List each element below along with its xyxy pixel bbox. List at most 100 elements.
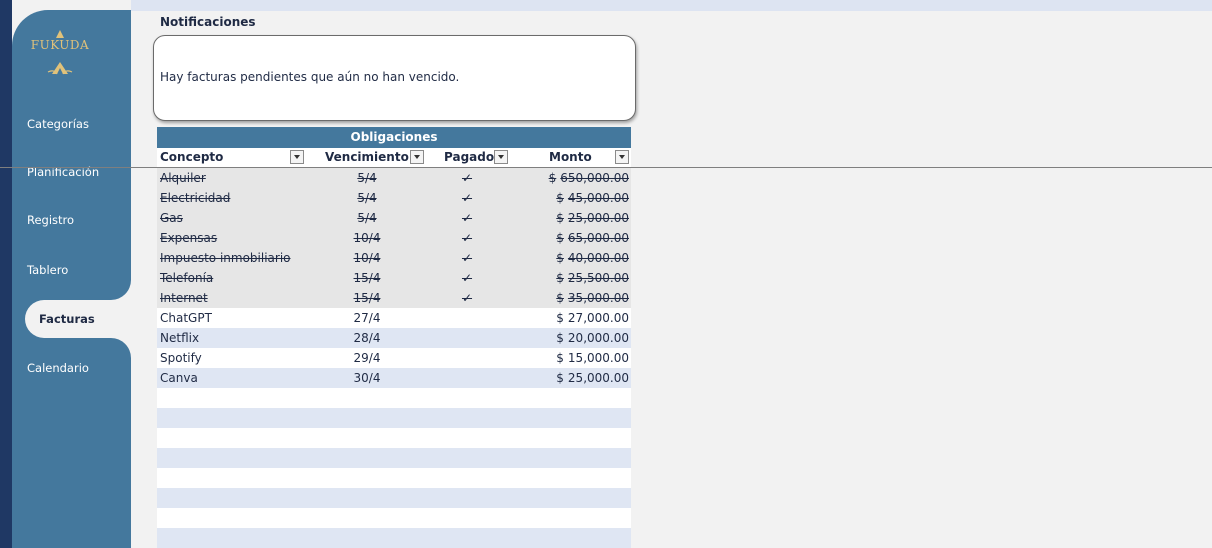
cell-pagado: ✓: [461, 271, 473, 285]
amount: 65,000.00: [567, 231, 629, 245]
empty-table-row[interactable]: [157, 508, 631, 528]
empty-table-row[interactable]: [157, 408, 631, 428]
cell-pagado: ✓: [461, 171, 473, 185]
cell-pagado: [432, 368, 502, 388]
active-tab-curve-bottom: [101, 338, 131, 358]
cell-vencimiento: 15/4: [353, 291, 381, 305]
cell-vencimiento: 10/4: [353, 251, 381, 265]
cell-monto: $40,000.00: [556, 248, 629, 268]
empty-table-row[interactable]: [157, 468, 631, 488]
edge-strip: [0, 0, 12, 548]
notifications-title: Notificaciones: [160, 15, 256, 29]
cell-vencimiento: 29/4: [353, 351, 381, 365]
cell-vencimiento: 5/4: [357, 211, 377, 225]
cell-concepto: Impuesto inmobiliario: [160, 251, 291, 265]
sidebar-item-categorias[interactable]: Categorías: [27, 117, 89, 131]
filter-pagado-button[interactable]: [494, 150, 508, 164]
amount: 45,000.00: [567, 191, 629, 205]
table-row[interactable]: Electricidad 5/4 ✓ $45,000.00: [157, 188, 631, 208]
cell-vencimiento: 28/4: [353, 331, 381, 345]
cell-pagado: [432, 348, 502, 368]
cell-monto: $25,000.00: [556, 208, 629, 228]
table-row[interactable]: Telefonía 15/4 ✓ $25,500.00: [157, 268, 631, 288]
amount: 27,000.00: [567, 311, 629, 325]
filter-monto-button[interactable]: [615, 150, 629, 164]
table-row[interactable]: Spotify 29/4 $15,000.00: [157, 348, 631, 368]
header-pagado: Pagado: [444, 150, 495, 164]
empty-table-row[interactable]: [157, 528, 631, 548]
cell-concepto: Alquiler: [160, 171, 206, 185]
amount: 35,000.00: [567, 291, 629, 305]
brand-logo: FUKUDA: [30, 28, 90, 78]
sidebar-item-tablero[interactable]: Tablero: [27, 263, 68, 277]
cell-concepto: ChatGPT: [160, 311, 212, 325]
filter-vencimiento-button[interactable]: [410, 150, 424, 164]
currency-symbol: $: [556, 231, 564, 245]
table-row[interactable]: Internet 15/4 ✓ $35,000.00: [157, 288, 631, 308]
sidebar-item-facturas-label[interactable]: Facturas: [39, 312, 95, 326]
empty-table-row[interactable]: [157, 428, 631, 448]
currency-symbol: $: [556, 371, 564, 385]
amount: 25,500.00: [567, 271, 629, 285]
table-row[interactable]: Alquiler 5/4 ✓ $650,000.00: [157, 168, 631, 188]
cell-pagado: ✓: [461, 231, 473, 245]
cell-monto: $650,000.00: [549, 168, 629, 188]
cell-concepto: Telefonía: [160, 271, 214, 285]
cell-monto: $20,000.00: [556, 328, 629, 348]
cell-pagado: ✓: [461, 291, 473, 305]
currency-symbol: $: [548, 171, 557, 185]
cell-vencimiento: 5/4: [357, 191, 377, 205]
cell-vencimiento: 27/4: [353, 311, 381, 325]
table-title: Obligaciones: [157, 127, 631, 148]
table-row[interactable]: Impuesto inmobiliario 10/4 ✓ $40,000.00: [157, 248, 631, 268]
logo-emblem-icon: [47, 30, 73, 75]
table-body: Alquiler 5/4 ✓ $650,000.00 Electricidad 5/4 ✓ $…: [157, 168, 631, 548]
currency-symbol: $: [556, 211, 564, 225]
sidebar: [12, 10, 131, 548]
cell-vencimiento: 10/4: [353, 231, 381, 245]
cell-pagado: [432, 308, 502, 328]
currency-symbol: $: [556, 311, 564, 325]
cell-monto: $25,000.00: [556, 368, 629, 388]
sidebar-item-registro[interactable]: Registro: [27, 213, 74, 227]
amount: 25,000.00: [567, 211, 629, 225]
currency-symbol: $: [556, 291, 564, 305]
empty-table-row[interactable]: [157, 388, 631, 408]
currency-symbol: $: [556, 331, 564, 345]
cell-vencimiento: 5/4: [357, 171, 377, 185]
table-row[interactable]: Netflix 28/4 $20,000.00: [157, 328, 631, 348]
cell-monto: $45,000.00: [556, 188, 629, 208]
cell-monto: $15,000.00: [556, 348, 629, 368]
cell-concepto: Netflix: [160, 331, 200, 345]
table-row[interactable]: Expensas 10/4 ✓ $65,000.00: [157, 228, 631, 248]
currency-symbol: $: [556, 251, 564, 265]
active-tab-curve-top: [101, 280, 131, 300]
cell-vencimiento: 15/4: [353, 271, 381, 285]
amount: 20,000.00: [567, 331, 629, 345]
header-monto: Monto: [549, 150, 592, 164]
amount: 15,000.00: [567, 351, 629, 365]
header-concepto: Concepto: [160, 150, 224, 164]
cell-monto: $65,000.00: [556, 228, 629, 248]
empty-table-row[interactable]: [157, 448, 631, 468]
freeze-pane-line: [0, 167, 1212, 168]
cell-pagado: ✓: [461, 191, 473, 205]
table-row[interactable]: Gas 5/4 ✓ $25,000.00: [157, 208, 631, 228]
amount: 40,000.00: [567, 251, 629, 265]
sidebar-item-calendario[interactable]: Calendario: [27, 361, 89, 375]
cell-vencimiento: 30/4: [353, 371, 381, 385]
filter-concepto-button[interactable]: [290, 150, 304, 164]
empty-table-row[interactable]: [157, 488, 631, 508]
cell-concepto: Gas: [160, 211, 183, 225]
cell-concepto: Spotify: [160, 351, 202, 365]
cell-concepto: Electricidad: [160, 191, 231, 205]
logo-text: FUKUDA: [30, 38, 90, 52]
currency-symbol: $: [556, 351, 564, 365]
table-row[interactable]: ChatGPT 27/4 $27,000.00: [157, 308, 631, 328]
obligaciones-table: Obligaciones Concepto Vencimiento Pagado…: [157, 127, 631, 548]
header-vencimiento: Vencimiento: [325, 150, 409, 164]
table-row[interactable]: Canva 30/4 $25,000.00: [157, 368, 631, 388]
cell-concepto: Canva: [160, 371, 198, 385]
cell-monto: $35,000.00: [556, 288, 629, 308]
cell-concepto: Expensas: [160, 231, 218, 245]
